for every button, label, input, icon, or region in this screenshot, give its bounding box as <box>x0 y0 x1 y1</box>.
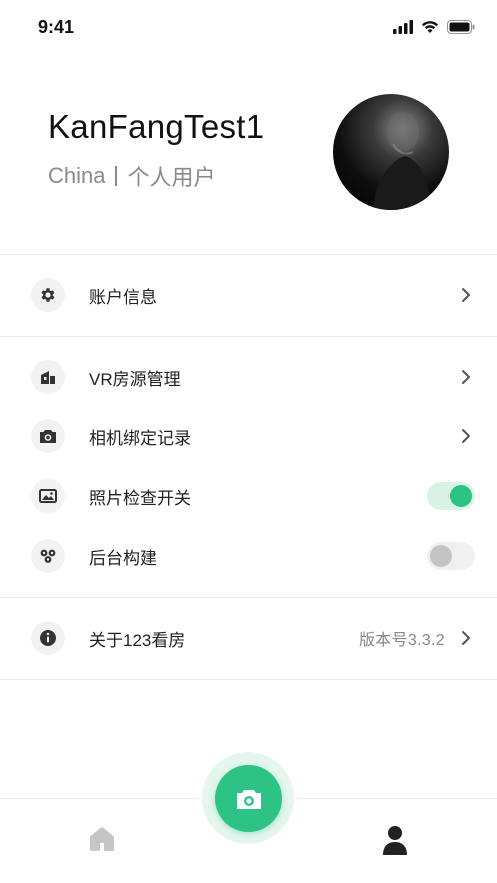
chevron-right-icon <box>459 287 473 303</box>
signal-icon <box>393 20 413 34</box>
divider <box>0 254 497 255</box>
divider <box>0 336 497 337</box>
chevron-right-icon <box>459 630 473 646</box>
background-build-toggle[interactable] <box>427 542 475 570</box>
wifi-icon <box>422 21 438 33</box>
home-icon <box>90 827 114 851</box>
tab-home[interactable] <box>88 826 116 852</box>
chevron-right-icon <box>459 428 473 444</box>
menu-item-label: 关于123看房 <box>89 630 186 650</box>
menu-item-vr-listing[interactable]: VR房源管理 <box>0 347 497 407</box>
region-label: China <box>48 163 106 188</box>
menu-item-photo-check: 照片检查开关 <box>0 466 497 526</box>
person-icon <box>383 826 407 855</box>
info-icon <box>31 621 65 655</box>
menu-item-camera-binding[interactable]: 相机绑定记录 <box>0 406 497 466</box>
avatar-photo <box>373 112 431 210</box>
cluster-icon <box>31 539 65 573</box>
menu-item-label: 后台构建 <box>89 548 157 568</box>
version-label: 版本号3.3.2 <box>359 632 445 649</box>
camera-fab-button[interactable] <box>215 765 282 832</box>
menu-item-label: VR房源管理 <box>89 369 181 389</box>
status-bar: 9:41 <box>0 0 497 56</box>
profile-subtitle: China 个人用户 <box>48 160 216 192</box>
status-icons <box>393 20 475 34</box>
menu-item-label: 相机绑定记录 <box>89 428 191 448</box>
tab-me[interactable] <box>381 824 409 856</box>
image-icon <box>31 479 65 513</box>
menu-item-label: 账户信息 <box>89 287 157 307</box>
subtitle-separator <box>115 166 118 186</box>
photo-check-toggle[interactable] <box>427 482 475 510</box>
divider <box>0 679 497 680</box>
toggle-knob <box>430 545 452 567</box>
menu-item-about[interactable]: 关于123看房 版本号3.3.2 <box>0 608 497 668</box>
menu-item-label: 照片检查开关 <box>89 488 191 508</box>
menu-item-account-info[interactable]: 账户信息 <box>0 265 497 325</box>
account-type-label: 个人用户 <box>127 165 216 190</box>
menu-item-background-build: 后台构建 <box>0 526 497 586</box>
battery-icon <box>447 20 475 34</box>
divider <box>0 597 497 598</box>
chevron-right-icon <box>459 369 473 385</box>
gear-icon <box>31 278 65 312</box>
house-icon <box>31 360 65 394</box>
profile-header: KanFangTest1 China 个人用户 <box>0 80 497 255</box>
camera-icon <box>31 419 65 453</box>
username: KanFangTest1 <box>48 108 265 145</box>
toggle-knob <box>450 485 472 507</box>
camera-icon <box>236 789 261 809</box>
avatar[interactable] <box>333 94 449 210</box>
status-time: 9:41 <box>38 17 75 37</box>
